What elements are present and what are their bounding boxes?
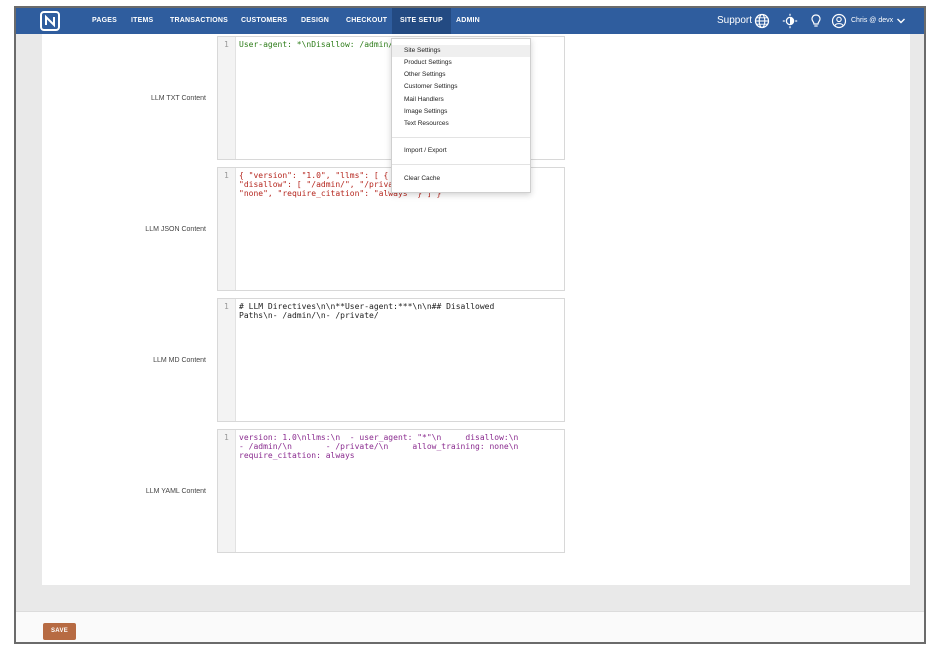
save-button[interactable]: SAVE [43, 623, 76, 640]
globe-icon[interactable] [754, 13, 770, 29]
menu-item-import-export[interactable]: Import / Export [392, 145, 530, 157]
menu-item-mail-handlers[interactable]: Mail Handlers [392, 94, 530, 106]
footer-bar: SAVE [16, 611, 924, 642]
menu-divider [392, 137, 530, 138]
lightbulb-icon[interactable] [808, 13, 824, 29]
menu-item-site-settings[interactable]: Site Settings [392, 45, 530, 57]
llm-yaml-code-line-3: require_citation: always [239, 451, 355, 460]
nav-item-design[interactable]: DESIGN [301, 8, 329, 34]
llm-yaml-code-line-1: version: 1.0\nllms:\n - user_agent: "*"\… [239, 433, 519, 442]
menu-item-customer-settings[interactable]: Customer Settings [392, 81, 530, 93]
sun-icon[interactable] [782, 13, 798, 29]
nav-item-customers[interactable]: CUSTOMERS [241, 8, 287, 34]
menu-item-image-settings[interactable]: Image Settings [392, 106, 530, 118]
llm-md-editor[interactable]: 1 # LLM Directives\n\n**User-agent:***\n… [217, 298, 565, 422]
line-gutter [218, 37, 236, 159]
llm-md-code-line-2: Paths\n- /admin/\n- /private/ [239, 311, 379, 320]
line-gutter [218, 168, 236, 290]
user-menu-label[interactable]: Chris @ devx [851, 8, 893, 34]
llm-json-label: LLM JSON Content [145, 226, 206, 233]
line-number: 1 [224, 40, 229, 49]
content-panel: LLM TXT Content 1 User-agent: *\nDisallo… [42, 34, 910, 585]
nav-item-site-setup[interactable]: SITE SETUP [392, 8, 451, 34]
logo-icon[interactable] [40, 11, 60, 31]
line-gutter [218, 430, 236, 552]
llm-md-label: LLM MD Content [153, 357, 206, 364]
llm-md-code-line-1: # LLM Directives\n\n**User-agent:***\n\n… [239, 302, 495, 311]
support-link[interactable]: Support [717, 8, 752, 34]
menu-divider [392, 164, 530, 165]
llm-yaml-editor[interactable]: 1 version: 1.0\nllms:\n - user_agent: "*… [217, 429, 565, 553]
menu-item-other-settings[interactable]: Other Settings [392, 69, 530, 81]
nav-item-items[interactable]: ITEMS [131, 8, 153, 34]
line-number: 1 [224, 302, 229, 311]
llm-yaml-code-line-2: - /admin/\n - /private/\n allow_training… [239, 442, 519, 451]
line-gutter [218, 299, 236, 421]
line-number: 1 [224, 433, 229, 442]
llm-yaml-label: LLM YAML Content [145, 488, 206, 495]
nav-item-transactions[interactable]: TRANSACTIONS [170, 8, 228, 34]
menu-item-text-resources[interactable]: Text Resources [392, 118, 530, 130]
site-setup-dropdown: Site Settings Product Settings Other Set… [391, 38, 531, 193]
user-circle-icon[interactable] [831, 13, 847, 29]
llm-txt-label: LLM TXT Content [151, 95, 206, 102]
chevron-down-icon[interactable] [896, 14, 906, 28]
line-number: 1 [224, 171, 229, 180]
nav-item-checkout[interactable]: CHECKOUT [346, 8, 387, 34]
nav-item-pages[interactable]: PAGES [92, 8, 117, 34]
app-window: PAGES ITEMS TRANSACTIONS CUSTOMERS DESIG… [14, 6, 926, 644]
top-navigation-bar: PAGES ITEMS TRANSACTIONS CUSTOMERS DESIG… [16, 8, 924, 34]
nav-item-admin[interactable]: ADMIN [456, 8, 480, 34]
menu-item-product-settings[interactable]: Product Settings [392, 57, 530, 69]
menu-item-clear-cache[interactable]: Clear Cache [392, 173, 530, 185]
